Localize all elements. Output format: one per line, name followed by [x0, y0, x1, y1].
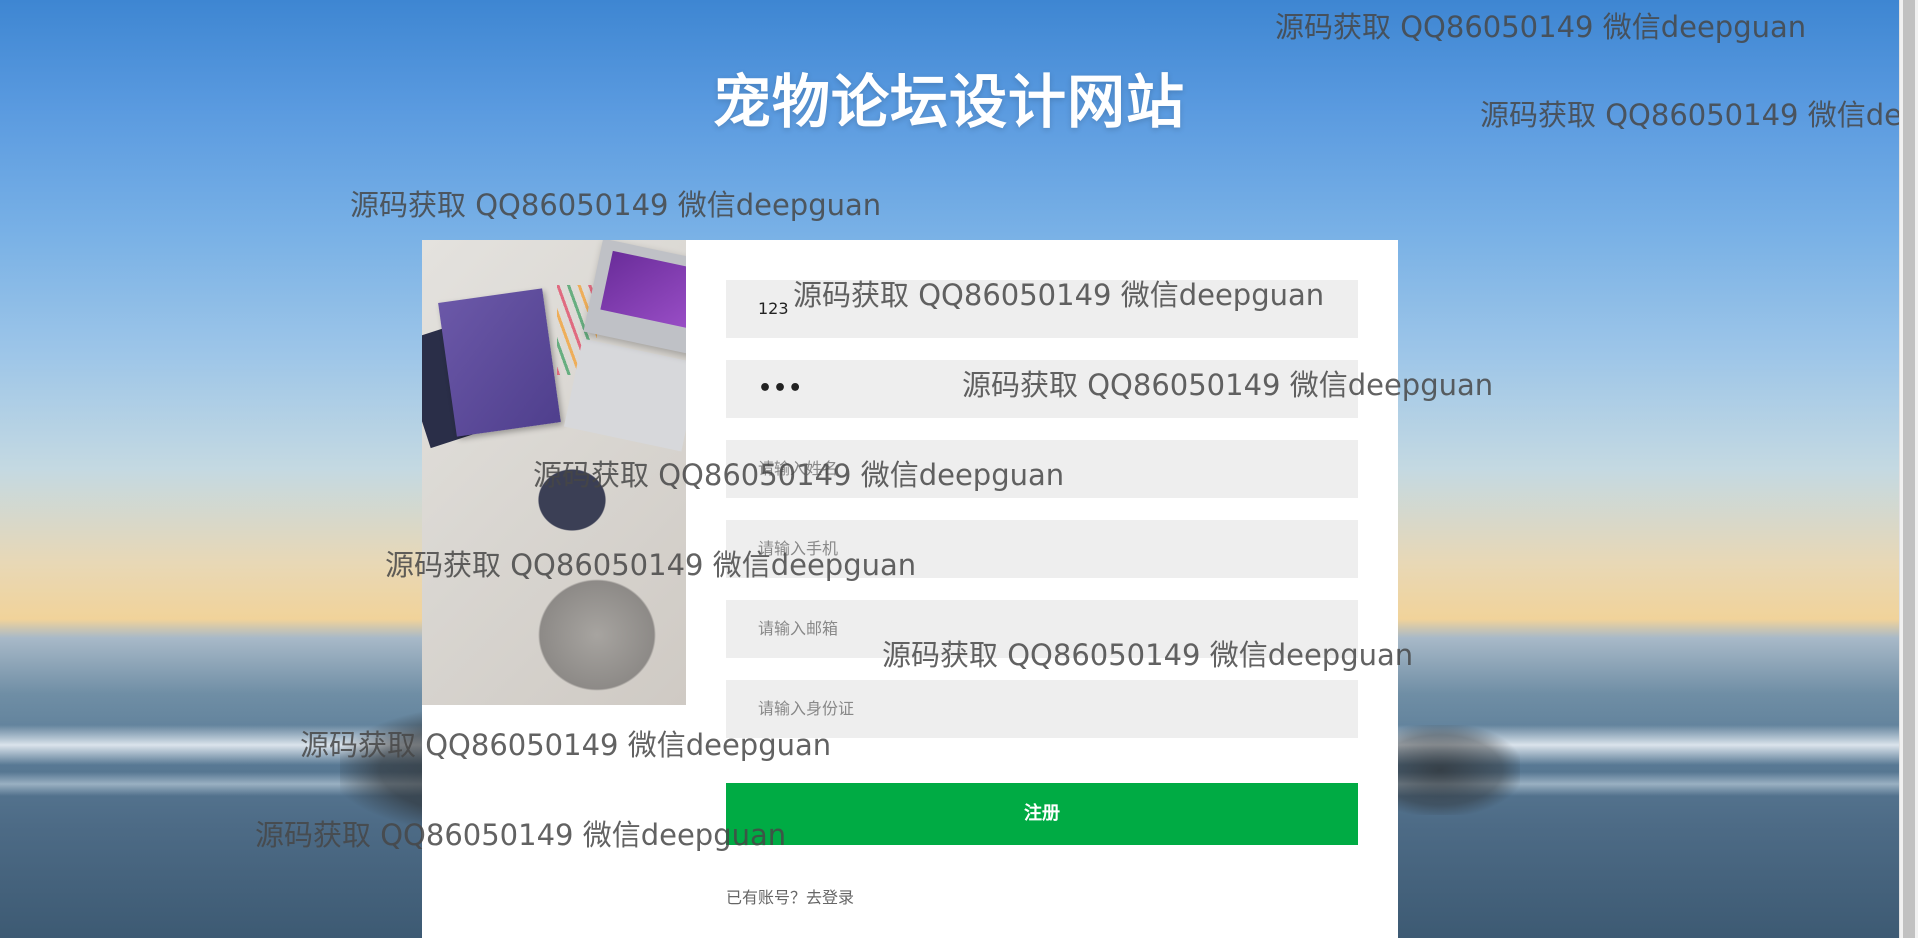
- watermark: 源码获取 QQ86050149 微信deepguan: [962, 368, 1494, 402]
- register-button[interactable]: 注册: [726, 783, 1358, 845]
- watermark: 源码获取 QQ86050149 微信deepguan: [255, 818, 787, 852]
- photo-laptop: [583, 240, 686, 357]
- go-login-link[interactable]: 已有账号？去登录: [726, 884, 854, 908]
- vertical-scrollbar[interactable]: [1899, 0, 1918, 938]
- watermark: 源码获取 QQ86050149 微信deepguan: [350, 188, 882, 222]
- photo-laptop-screen: [600, 250, 686, 330]
- watermark: 源码获取 QQ86050149 微信deepguan: [385, 548, 917, 582]
- register-page: 宠物论坛设计网站 123 ••• 请输入姓名 请输入手机 请输入邮箱 请输入身份…: [0, 0, 1918, 938]
- watermark: 源码获取 QQ86050149 微信deepguan: [1480, 98, 1918, 132]
- watermark: 源码获取 QQ86050149 微信deepguan: [882, 638, 1414, 672]
- photo-notebook-purple: [438, 288, 561, 437]
- watermark: 源码获取 QQ86050149 微信deepguan: [1275, 10, 1807, 44]
- photo-laptop-base: [563, 338, 686, 452]
- scrollbar-thumb[interactable]: [1903, 0, 1915, 938]
- watermark: 源码获取 QQ86050149 微信deepguan: [300, 728, 832, 762]
- watermark: 源码获取 QQ86050149 微信deepguan: [533, 458, 1065, 492]
- watermark: 源码获取 QQ86050149 微信deepguan: [793, 278, 1325, 312]
